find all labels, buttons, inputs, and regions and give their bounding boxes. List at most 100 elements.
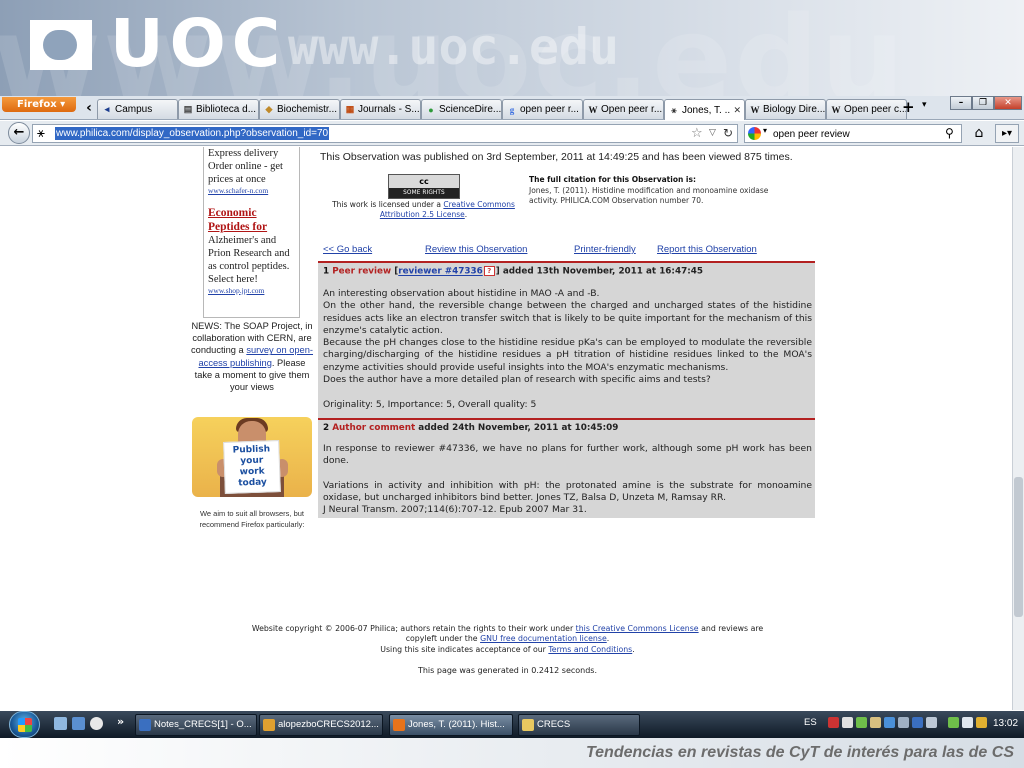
quicklaunch-media-icon[interactable] [90, 717, 103, 730]
tray-icon[interactable] [926, 717, 937, 728]
creative-commons-badge[interactable]: cc SOME RIGHTS RESERVED [388, 174, 460, 206]
taskbar-item-label: Jones, T. (2011). Hist... [408, 719, 505, 730]
google-icon[interactable] [748, 127, 761, 140]
publish-promo-image[interactable]: Publish your work today [192, 417, 312, 497]
cc-icon: cc [389, 175, 459, 188]
back-button[interactable]: ← [8, 122, 30, 144]
tabs-scroll-left-icon[interactable]: ‹ [82, 99, 96, 117]
footer-text: Website copyright © 2006-07 Philica; aut… [251, 624, 574, 633]
report-observation-link[interactable]: Report this Observation [657, 244, 757, 255]
review-observation-link[interactable]: Review this Observation [425, 244, 527, 255]
window-controls: – ❐ ✕ [950, 96, 1022, 110]
browser-tab[interactable]: ⚹ Jones, T. ... ✕ [664, 99, 745, 120]
address-bar[interactable]: ⚹ www.philica.com/display_observation.ph… [32, 124, 738, 143]
reload-icon[interactable]: ↻ [723, 125, 733, 142]
taskbar-item-label: CRECS [537, 719, 571, 730]
history-dropdown-icon[interactable]: ▽ [709, 125, 716, 142]
clock[interactable]: 13:02 [993, 718, 1018, 729]
journal-icon: ▦ [345, 104, 355, 114]
firefox-icon [393, 719, 405, 731]
sidebar-ads: Express delivery Order online - get pric… [203, 147, 300, 318]
tray-icon[interactable] [898, 717, 909, 728]
taskbar-item[interactable]: CRECS [518, 714, 640, 736]
taskbar-item-label: alopezboCRECS2012... [278, 719, 379, 730]
browser-tab[interactable]: ▦ Journals - S... [340, 99, 421, 119]
tab-label: Biology Dire... [763, 104, 825, 115]
list-all-tabs-icon[interactable]: ▾ [922, 100, 927, 110]
address-url[interactable]: www.philica.com/display_observation.php?… [55, 127, 330, 140]
news-notice: NEWS: The SOAP Project, in collaboration… [190, 320, 314, 393]
tray-icon[interactable] [842, 717, 853, 728]
uoc-banner: www.uoc.edu UOC www.uoc.edu [0, 0, 1024, 96]
tab-label: Biochemistr... [277, 104, 338, 115]
browser-tab[interactable]: W Open peer c... [826, 99, 907, 119]
license-text: This work is licensed under a [332, 200, 441, 209]
reviewer-info-icon[interactable]: ? [483, 266, 495, 276]
quicklaunch-explorer-icon[interactable] [54, 717, 67, 730]
windows-taskbar: » Notes_CRECS[1] - O... alopezboCRECS2012… [0, 711, 1024, 738]
comments-panel: 1 Peer review [reviewer #47336?] added 1… [318, 261, 815, 518]
taskbar-item-label: Notes_CRECS[1] - O... [154, 719, 252, 730]
go-back-link[interactable]: << Go back [323, 244, 372, 255]
site-identity-icon[interactable]: ⚹ [37, 125, 45, 142]
browser-tab[interactable]: W Biology Dire... [745, 99, 826, 119]
minimize-icon[interactable]: – [950, 96, 972, 110]
close-window-icon[interactable]: ✕ [994, 96, 1022, 110]
book-icon: ◆ [265, 104, 273, 114]
tray-icon[interactable] [884, 717, 895, 728]
browser-tab[interactable]: ◂ Campus [97, 99, 178, 119]
browser-tab[interactable]: W Open peer r... [583, 99, 664, 119]
web-page: Express delivery Order online - get pric… [0, 147, 1012, 710]
firefox-menu-button[interactable]: Firefox ▾ [2, 97, 76, 112]
close-tab-icon[interactable]: ✕ [733, 101, 741, 120]
terms-link[interactable]: Terms and Conditions [548, 645, 632, 654]
browser-tab[interactable]: g open peer r... [502, 99, 583, 119]
language-indicator[interactable]: ES [804, 717, 817, 728]
quicklaunch-more-icon[interactable]: » [117, 715, 124, 728]
volume-icon[interactable] [962, 717, 973, 728]
comment-number: 1 [323, 266, 330, 277]
tray-icon[interactable] [828, 717, 839, 728]
tray-icon[interactable] [912, 717, 923, 728]
license-notice: This work is licensed under a Creative C… [332, 200, 515, 219]
home-icon[interactable]: ⌂ [968, 124, 990, 143]
ad-text: Express delivery Order online - get pric… [208, 148, 283, 185]
search-icon[interactable]: ⚲ [945, 125, 954, 142]
cc-footer-link[interactable]: this Creative Commons License [576, 624, 699, 633]
search-engine-dropdown-icon[interactable]: ▾ [763, 126, 767, 135]
quicklaunch-desktop-icon[interactable] [72, 717, 85, 730]
network-icon[interactable] [948, 717, 959, 728]
gnu-license-link[interactable]: GNU free documentation license [480, 634, 607, 643]
comment-date: added 13th November, 2011 at 16:47:45 [502, 266, 703, 277]
restore-icon[interactable]: ❐ [972, 96, 994, 110]
addon-bar-icon[interactable]: ▸▾ [995, 124, 1019, 143]
taskbar-item[interactable]: alopezboCRECS2012... [259, 714, 383, 736]
wikipedia-icon: W [750, 104, 760, 115]
search-input[interactable] [773, 127, 943, 141]
tray-icon[interactable] [870, 717, 881, 728]
browser-tab[interactable]: ▤ Biblioteca d... [178, 99, 259, 119]
browser-tab[interactable]: ● ScienceDire... [421, 99, 502, 119]
bookmark-star-icon[interactable]: ☆ [691, 125, 703, 142]
comment-body: In response to reviewer #47336, we have … [323, 443, 812, 517]
ad-link[interactable]: www.shop.jpt.com [208, 286, 295, 296]
reviewer-link[interactable]: reviewer #47336 [398, 267, 483, 277]
search-bar[interactable]: ▾ ⚲ [744, 124, 962, 143]
tab-label: open peer r... [520, 104, 579, 115]
scrollbar-thumb[interactable] [1014, 477, 1023, 617]
ad-link[interactable]: www.schafer-n.com [208, 186, 295, 196]
comment-date: added 24th November, 2011 at 10:45:09 [418, 423, 619, 433]
ad-text: Alzheimer's and Prion Research and as co… [208, 235, 290, 285]
browser-tab[interactable]: ◆ Biochemistr... [259, 99, 340, 119]
page-scrollbar[interactable] [1012, 147, 1024, 710]
taskbar-item[interactable]: Notes_CRECS[1] - O... [135, 714, 257, 736]
new-tab-icon[interactable]: + [902, 98, 915, 116]
ad-title[interactable]: Economic Peptides for [208, 206, 295, 234]
tab-label: Open peer c... [844, 104, 906, 115]
taskbar-item[interactable]: Jones, T. (2011). Hist... [389, 714, 513, 736]
printer-friendly-link[interactable]: Printer-friendly [574, 244, 636, 255]
tray-icon[interactable] [856, 717, 867, 728]
power-icon[interactable] [976, 717, 987, 728]
start-button[interactable] [9, 711, 40, 738]
philica-icon: ⚹ [671, 104, 677, 115]
